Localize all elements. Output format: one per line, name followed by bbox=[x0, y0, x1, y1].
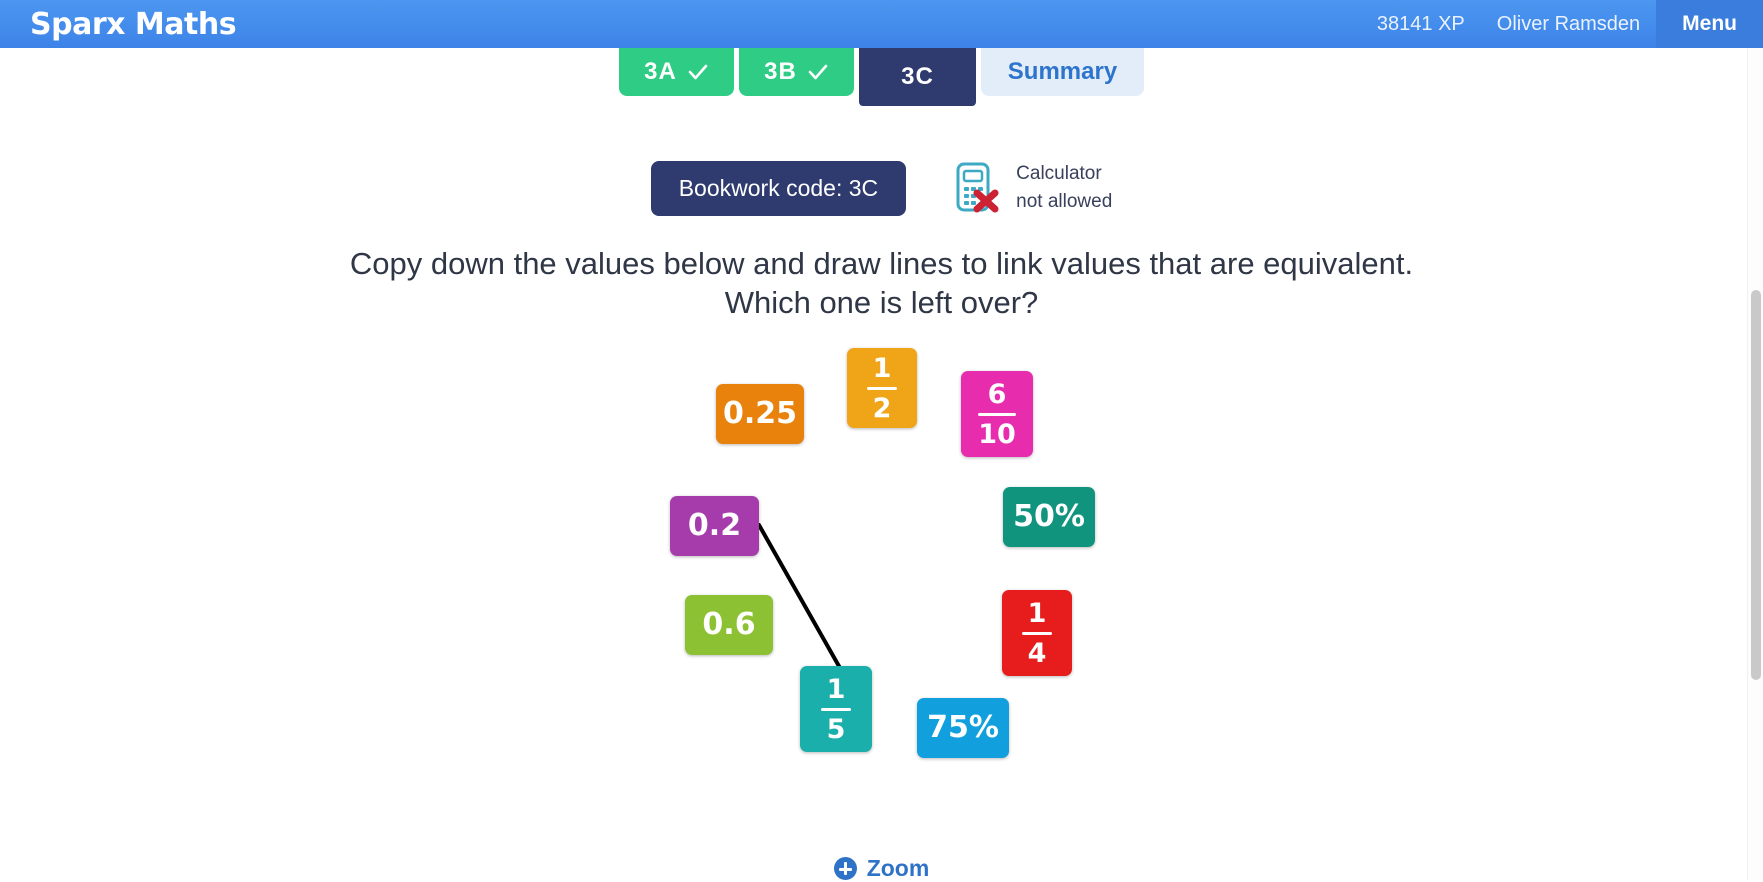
user-name[interactable]: Oliver Ramsden bbox=[1481, 0, 1656, 48]
value-tile-0-2[interactable]: 0.2 bbox=[670, 496, 759, 556]
bookwork-code-badge: Bookwork code: 3C bbox=[650, 160, 907, 216]
fraction-denominator: 10 bbox=[978, 418, 1016, 450]
link-lines-layer bbox=[757, 523, 842, 670]
calculator-notice-line2: not allowed bbox=[1016, 191, 1113, 212]
tile-label: 50% bbox=[1013, 499, 1085, 534]
tab-3a-label: 3A bbox=[644, 58, 677, 85]
task-tabs: 3A 3B 3C Summary bbox=[0, 48, 1763, 106]
tab-3b-label: 3B bbox=[764, 58, 797, 85]
fraction-numerator: 6 bbox=[987, 378, 1007, 410]
value-tile-50[interactable]: 50% bbox=[1003, 487, 1095, 547]
fraction-numerator: 1 bbox=[1027, 597, 1047, 629]
value-tile-1-4[interactable]: 14 bbox=[1002, 590, 1072, 676]
page-scrollbar[interactable] bbox=[1747, 48, 1763, 880]
value-tile-6-10[interactable]: 6 10 bbox=[961, 371, 1033, 457]
fraction-bar bbox=[821, 707, 851, 711]
calculator-notice-text: Calculator not allowed bbox=[1016, 160, 1112, 215]
calculator-not-allowed-icon bbox=[948, 160, 1004, 216]
tab-summary-label: Summary bbox=[1007, 58, 1118, 85]
fraction-numerator: 1 bbox=[826, 673, 846, 705]
check-icon bbox=[687, 61, 709, 83]
zoom-in-icon[interactable] bbox=[833, 857, 857, 880]
value-tile-1-5[interactable]: 15 bbox=[800, 666, 872, 752]
tile-label: 0.2 bbox=[687, 508, 742, 543]
zoom-control[interactable]: Zoom bbox=[0, 855, 1763, 882]
tile-label: 0.6 bbox=[702, 607, 756, 642]
tab-summary[interactable]: Summary bbox=[981, 48, 1144, 96]
question-line-1: Copy down the values below and draw line… bbox=[349, 246, 1414, 281]
value-tile-75[interactable]: 75% bbox=[917, 698, 1009, 758]
fraction: 6 10 bbox=[978, 381, 1016, 448]
check-icon bbox=[807, 61, 829, 83]
fraction: 14 bbox=[1022, 600, 1052, 667]
calculator-notice: Calculator not allowed bbox=[948, 160, 1112, 216]
value-tile-1-2[interactable]: 12 bbox=[847, 348, 917, 428]
scrollbar-thumb[interactable] bbox=[1751, 290, 1761, 680]
fraction-denominator: 2 bbox=[872, 392, 892, 424]
tab-3c-label: 3C bbox=[901, 63, 934, 90]
tile-label: 75% bbox=[927, 710, 999, 745]
question-text: Copy down the values below and draw line… bbox=[0, 245, 1763, 323]
calculator-notice-line1: Calculator bbox=[1016, 163, 1102, 185]
fraction-numerator: 1 bbox=[872, 352, 892, 384]
value-tile-0-25[interactable]: 0.25 bbox=[716, 384, 804, 444]
tab-3b[interactable]: 3B bbox=[739, 48, 854, 96]
fraction-bar bbox=[978, 412, 1016, 416]
app-logo[interactable]: Sparx Maths bbox=[30, 7, 237, 42]
value-tile-0-6[interactable]: 0.6 bbox=[685, 595, 773, 655]
tab-3a[interactable]: 3A bbox=[619, 48, 734, 96]
fraction-denominator: 5 bbox=[826, 713, 846, 745]
fraction: 12 bbox=[867, 355, 897, 422]
fraction-bar bbox=[1022, 631, 1052, 635]
zoom-label: Zoom bbox=[866, 855, 930, 881]
matching-canvas[interactable]: 0.25 1 2 6 10 0.2 50% 0.6 1 4 1 5 75% bbox=[0, 348, 1763, 820]
app-header: Sparx Maths 38141 XP Oliver Ramsden Menu bbox=[0, 0, 1763, 48]
tab-3c[interactable]: 3C bbox=[859, 48, 976, 106]
fraction-bar bbox=[867, 386, 897, 390]
header-right-group: 38141 XP Oliver Ramsden Menu bbox=[1361, 0, 1763, 48]
bookwork-row: Bookwork code: 3C Calculator not allowed bbox=[0, 160, 1763, 216]
fraction-denominator: 4 bbox=[1027, 637, 1047, 669]
tile-label: 0.25 bbox=[722, 396, 798, 431]
menu-button[interactable]: Menu bbox=[1656, 0, 1763, 48]
fraction: 15 bbox=[821, 676, 851, 743]
question-line-2: Which one is left over? bbox=[724, 284, 1039, 320]
xp-counter: 38141 XP bbox=[1376, 12, 1465, 35]
